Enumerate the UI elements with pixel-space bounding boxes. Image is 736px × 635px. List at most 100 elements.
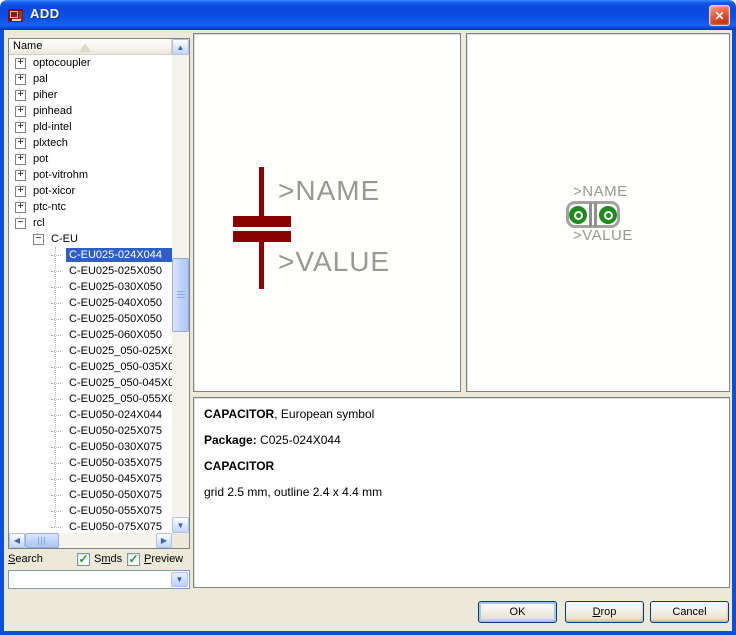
tree-item-label: C-EU025-060X050 xyxy=(66,328,165,342)
tree-item[interactable]: C-EU050-075X075 xyxy=(9,519,172,533)
tree-item[interactable]: C-EU025-024X044 xyxy=(9,247,172,263)
tree-branch-stub xyxy=(51,311,66,327)
tree-item[interactable]: + pal xyxy=(9,71,172,87)
pad-hole xyxy=(604,211,613,220)
expand-icon[interactable]: + xyxy=(15,90,26,101)
tree-item[interactable]: C-EU050-030X075 xyxy=(9,439,172,455)
collapse-icon[interactable]: − xyxy=(15,218,26,229)
tree-item[interactable]: C-EU050-050X075 xyxy=(9,487,172,503)
scroll-down-icon: ▼ xyxy=(177,521,185,530)
package-value-placeholder: >VALUE xyxy=(573,227,633,244)
tree-branch-stub xyxy=(51,439,66,455)
tree-item-label: pal xyxy=(30,72,51,86)
tree-branch-stub xyxy=(51,519,66,533)
capacitor-plate-bottom xyxy=(233,231,291,242)
tree-item[interactable]: −rcl xyxy=(9,215,172,231)
tree-item[interactable]: +ptc-ntc xyxy=(9,199,172,215)
expand-icon[interactable]: + xyxy=(15,106,26,117)
collapse-icon[interactable]: − xyxy=(33,234,44,245)
expand-icon[interactable]: + xyxy=(15,186,26,197)
tree-item[interactable]: C-EU025-060X050 xyxy=(9,327,172,343)
tree-item-label: C-EU050-055X075 xyxy=(66,504,165,518)
tree-item[interactable]: C-EU025_050-045X0 xyxy=(9,375,172,391)
tree-vertical-scrollbar[interactable]: ▲ ▼ xyxy=(172,39,189,533)
tree-item[interactable]: C-EU050-025X075 xyxy=(9,423,172,439)
tree-item[interactable]: +pinhead xyxy=(9,103,172,119)
package-pad-right xyxy=(599,206,617,224)
tree-item[interactable]: C-EU050-024X044 xyxy=(9,407,172,423)
tree-item-label: C-EU025_050-055X0 xyxy=(66,392,172,406)
tree-item[interactable]: +optocoupler xyxy=(9,55,172,71)
tree-horizontal-scrollbar[interactable]: ◀ ▶ xyxy=(9,533,172,548)
ok-button[interactable]: OK xyxy=(478,601,557,623)
window-border-right xyxy=(732,30,736,635)
pad-center xyxy=(606,213,611,218)
tree-item-label: plxtech xyxy=(30,136,71,150)
tree-item[interactable]: C-EU025_050-055X0 xyxy=(9,391,172,407)
tree-item[interactable]: C-EU050-055X075 xyxy=(9,503,172,519)
preview-checkbox-label[interactable]: Preview xyxy=(144,553,183,565)
smds-checkbox[interactable]: ✓ xyxy=(77,553,90,566)
tree-column-header-name[interactable]: Name xyxy=(9,39,172,55)
title-bar[interactable]: ADD ✕ xyxy=(0,0,736,30)
package-silkscreen-bar xyxy=(589,203,592,227)
tree-item[interactable]: +pld-intel xyxy=(9,119,172,135)
close-button[interactable]: ✕ xyxy=(709,5,730,26)
scroll-left-button[interactable]: ◀ xyxy=(9,533,25,548)
tree-item[interactable]: C-EU025-025X050 xyxy=(9,263,172,279)
tree-item-label: C-EU050-075X075 xyxy=(66,520,165,533)
tree-item-label: C-EU025-024X044 xyxy=(66,248,172,262)
tree-item[interactable]: C-EU050-045X075 xyxy=(9,471,172,487)
tree-item-label: C-EU050-035X075 xyxy=(66,456,165,470)
combobox-dropdown-button[interactable]: ▼ xyxy=(171,572,188,587)
horizontal-scrollbar-thumb[interactable] xyxy=(25,533,59,548)
tree-item[interactable]: C-EU025_050-025X0 xyxy=(9,343,172,359)
chevron-down-icon: ▼ xyxy=(176,575,184,584)
tree-item[interactable]: C-EU050-035X075 xyxy=(9,455,172,471)
preview-checkbox[interactable]: ✓ xyxy=(127,553,140,566)
scrollbar-corner xyxy=(172,533,189,548)
tree-item[interactable]: C-EU025-050X050 xyxy=(9,311,172,327)
tree-item-label: pot-vitrohm xyxy=(30,168,91,182)
tree-item[interactable]: +pot xyxy=(9,151,172,167)
tree-item[interactable]: C-EU025-040X050 xyxy=(9,295,172,311)
tree-branch-stub xyxy=(51,423,66,439)
add-dialog-icon xyxy=(8,7,26,23)
expand-icon[interactable]: + xyxy=(15,138,26,149)
expand-icon[interactable]: + xyxy=(15,74,26,85)
tree-item[interactable]: C-EU025_050-035X0 xyxy=(9,359,172,375)
tree-branch-stub xyxy=(51,359,66,375)
tree-item-label: C-EU050-030X075 xyxy=(66,440,165,454)
thumb-grip xyxy=(177,291,185,300)
tree-item[interactable]: +pot-xicor xyxy=(9,183,172,199)
expand-icon[interactable]: + xyxy=(15,170,26,181)
tree-item-label: C-EU025_050-025X0 xyxy=(66,344,172,358)
vertical-scrollbar-thumb[interactable] xyxy=(172,258,189,332)
tree-branch-stub xyxy=(51,487,66,503)
tree-branch-stub xyxy=(51,407,66,423)
cancel-button[interactable]: Cancel xyxy=(650,601,729,623)
search-combobox[interactable]: ▼ xyxy=(8,570,190,589)
search-row: Search ✓ Smds ✓ Preview xyxy=(8,552,190,568)
library-tree-panel: Name +optocoupler+pal+piher+pinhead+pld-… xyxy=(8,38,190,549)
tree-item[interactable]: −C-EU xyxy=(9,231,172,247)
tree-item[interactable]: + pot-vitrohm xyxy=(9,167,172,183)
tree-branch-stub xyxy=(51,263,66,279)
smds-checkbox-label[interactable]: Smds xyxy=(94,553,122,565)
drop-button[interactable]: Drop xyxy=(565,601,644,623)
scroll-right-button[interactable]: ▶ xyxy=(156,533,172,548)
expand-icon[interactable]: + xyxy=(15,154,26,165)
tree-branch-stub xyxy=(51,247,66,263)
tree-item[interactable]: +piher xyxy=(9,87,172,103)
tree-item-label: C-EU050-050X075 xyxy=(66,488,165,502)
tree-item[interactable]: C-EU025-030X050 xyxy=(9,279,172,295)
tree-branch-stub xyxy=(51,279,66,295)
tree-item-label: C-EU025-040X050 xyxy=(66,296,165,310)
expand-icon[interactable]: + xyxy=(15,202,26,213)
expand-icon[interactable]: + xyxy=(15,58,26,69)
scroll-down-button[interactable]: ▼ xyxy=(172,517,189,533)
tree-item[interactable]: + plxtech xyxy=(9,135,172,151)
thumb-grip xyxy=(38,537,47,545)
expand-icon[interactable]: + xyxy=(15,122,26,133)
scroll-up-button[interactable]: ▲ xyxy=(172,39,189,55)
